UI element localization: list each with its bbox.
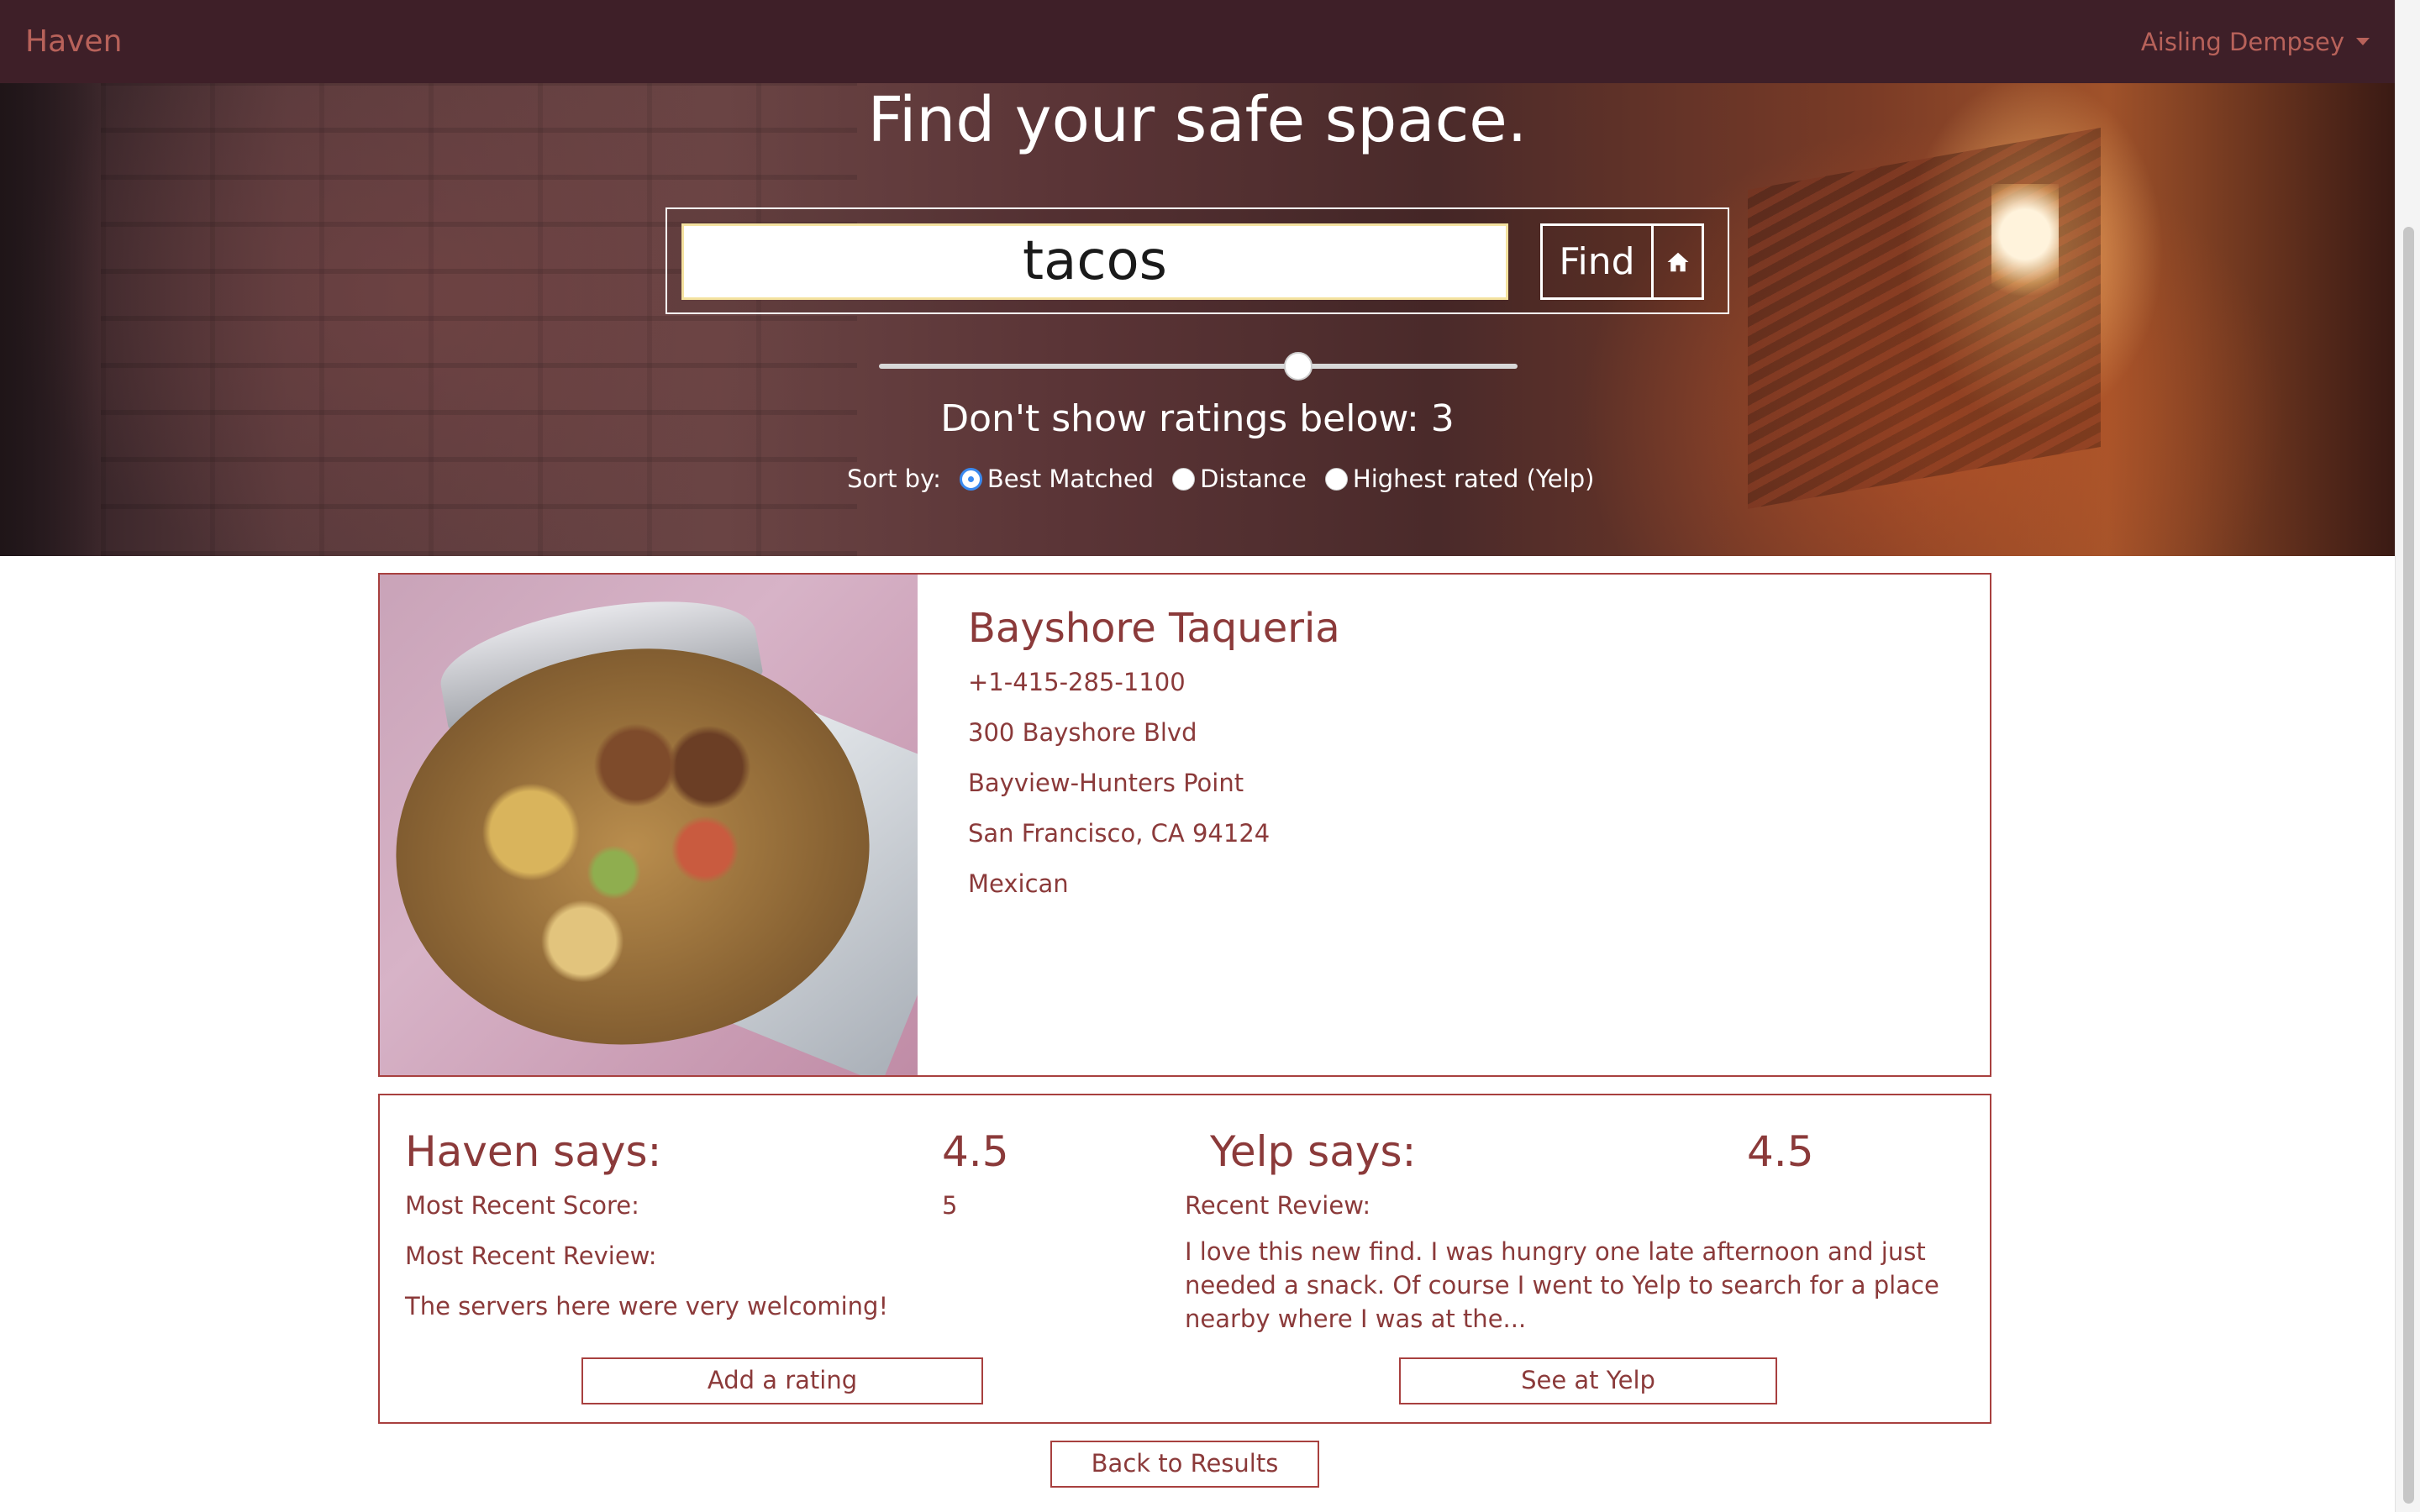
search-form: tacos Find	[666, 207, 1729, 314]
hero-background-lamp	[1991, 184, 2059, 310]
place-city: San Francisco, CA 94124	[968, 819, 1270, 848]
sort-option-label: Distance	[1200, 465, 1307, 493]
haven-recent-score-label: Most Recent Score:	[405, 1191, 639, 1220]
haven-heading: Haven says:	[405, 1127, 662, 1176]
back-to-results-button[interactable]: Back to Results	[1050, 1441, 1319, 1488]
sort-options: Sort by: Best Matched Distance Highest r…	[847, 465, 1612, 493]
radio-button[interactable]	[959, 467, 982, 491]
haven-recent-review: The servers here were very welcoming!	[405, 1292, 889, 1320]
place-address: 300 Bayshore Blvd	[968, 718, 1197, 747]
scrollbar[interactable]	[2395, 0, 2420, 1512]
sort-option-distance[interactable]: Distance	[1172, 465, 1307, 493]
ratings-card: Haven says: 4.5 Most Recent Score: 5 Mos…	[378, 1094, 1991, 1424]
place-photo	[380, 575, 918, 1075]
place-info: Bayshore Taqueria +1-415-285-1100 300 Ba…	[968, 605, 1340, 919]
yelp-recent-review: I love this new find. I was hungry one l…	[1185, 1237, 1939, 1333]
sort-option-best-matched[interactable]: Best Matched	[959, 465, 1155, 493]
sort-option-label: Highest rated (Yelp)	[1352, 465, 1595, 493]
haven-recent-review-label: Most Recent Review:	[405, 1242, 657, 1270]
sort-option-label: Best Matched	[986, 465, 1155, 493]
min-rating-label: Don't show ratings below: 3	[940, 397, 1455, 440]
yelp-heading: Yelp says:	[1210, 1127, 1417, 1176]
radio-button[interactable]	[1172, 467, 1196, 491]
brand-link[interactable]: Haven	[25, 24, 122, 59]
rating-slider-thumb[interactable]	[1284, 352, 1313, 381]
rating-slider-track[interactable]	[879, 364, 1518, 369]
haven-score: 4.5	[942, 1127, 1009, 1176]
add-rating-button[interactable]: Add a rating	[581, 1357, 983, 1404]
search-input[interactable]: tacos	[681, 223, 1508, 300]
place-name: Bayshore Taqueria	[968, 605, 1340, 652]
scrollbar-thumb[interactable]	[2403, 227, 2414, 1504]
radio-button[interactable]	[1324, 467, 1348, 491]
yelp-score: 4.5	[1747, 1127, 1814, 1176]
place-card: Bayshore Taqueria +1-415-285-1100 300 Ba…	[378, 573, 1991, 1077]
place-neighborhood: Bayview-Hunters Point	[968, 769, 1244, 797]
yelp-recent-review-label: Recent Review:	[1185, 1191, 1371, 1220]
page-title: Find your safe space.	[867, 84, 1528, 156]
haven-recent-score: 5	[942, 1191, 958, 1220]
navbar: Haven Aisling Dempsey	[0, 0, 2395, 83]
see-at-yelp-button[interactable]: See at Yelp	[1399, 1357, 1777, 1404]
caret-down-icon	[2356, 38, 2370, 45]
place-category: Mexican	[968, 869, 1069, 898]
home-icon	[1667, 252, 1688, 271]
sort-option-highest-rated[interactable]: Highest rated (Yelp)	[1324, 465, 1595, 493]
place-phone: +1-415-285-1100	[968, 668, 1186, 696]
user-name: Aisling Dempsey	[2140, 27, 2344, 56]
sort-label: Sort by:	[847, 465, 941, 493]
user-menu[interactable]: Aisling Dempsey	[2141, 28, 2370, 56]
find-button[interactable]: Find	[1540, 223, 1654, 300]
home-button[interactable]	[1654, 223, 1704, 300]
